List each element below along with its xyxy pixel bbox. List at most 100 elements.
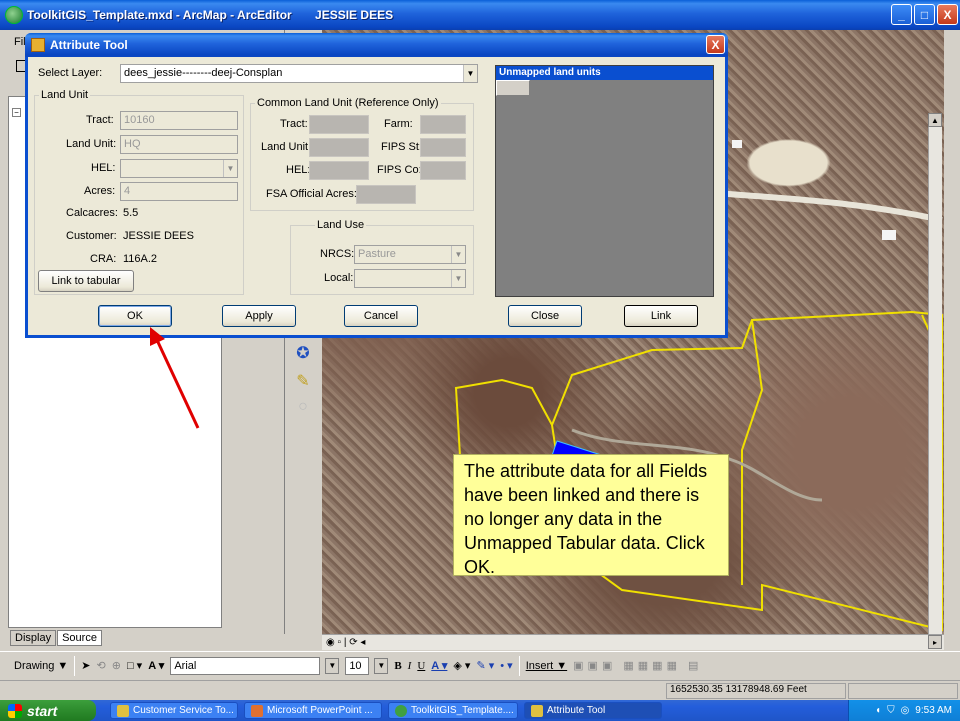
line-color-icon[interactable]: ✎ ▾ — [476, 659, 494, 672]
graphics-tools-icons[interactable]: ▣▣▣ ▦▦▦▦ ▤ — [573, 659, 702, 672]
nrcs-label: NRCS: — [320, 248, 355, 260]
clu-group-title: Common Land Unit (Reference Only) — [255, 97, 441, 109]
drawing-menu[interactable]: Drawing ▼ — [14, 660, 68, 672]
font-color-icon[interactable]: A ▾ — [431, 659, 447, 672]
clu-fsa-acres-label: FSA Official Acres: — [266, 188, 357, 200]
clu-hel-field — [309, 161, 369, 180]
main-title-bar[interactable]: ToolkitGIS_Template.mxd - ArcMap - ArcEd… — [0, 0, 960, 30]
fill-color-icon[interactable]: ◈ ▾ — [453, 659, 470, 672]
dialog-body: Select Layer: dees_jessie--------deej-Co… — [28, 57, 725, 335]
local-dropdown[interactable]: ▼ — [354, 269, 466, 288]
minimize-button[interactable]: _ — [891, 4, 912, 25]
toc-collapse-icon[interactable]: − — [12, 108, 21, 117]
tray-shield-icon[interactable]: ⛉ — [887, 705, 895, 716]
dialog-close-button[interactable]: X — [706, 35, 725, 54]
window-controls: _ □ X — [891, 4, 958, 25]
building — [732, 140, 742, 148]
dialog-title: Attribute Tool — [50, 38, 128, 52]
nrcs-value: Pasture — [358, 248, 396, 260]
building — [882, 230, 896, 240]
grid-corner-cell[interactable] — [496, 80, 530, 96]
clu-tract-field — [309, 115, 369, 134]
taskbar-item-arcmap[interactable]: ToolkitGIS_Template.... — [388, 702, 518, 719]
scroll-right-button[interactable]: ▸ — [928, 635, 942, 649]
cra-label: CRA: — [90, 253, 117, 265]
select-layer-value: dees_jessie--------deej-Consplan — [124, 67, 283, 79]
tab-display[interactable]: Display — [10, 630, 57, 646]
maximize-button[interactable]: □ — [914, 4, 935, 25]
link-button[interactable]: Link — [624, 305, 698, 327]
italic-button[interactable]: I — [408, 660, 412, 672]
clu-farm-label: Farm: — [384, 118, 413, 130]
select-elements-icon[interactable]: ➤ — [81, 659, 90, 672]
land-unit-group-title: Land Unit — [39, 89, 91, 101]
attribute-tool-icon — [531, 704, 543, 717]
clu-fips-co-field — [420, 161, 466, 180]
font-dropdown-arrow[interactable]: ▼ — [325, 657, 340, 674]
insert-menu[interactable]: Insert ▼ — [526, 660, 567, 672]
field-boundary — [741, 319, 764, 585]
select-layer-dropdown[interactable]: dees_jessie--------deej-Consplan ▼ — [120, 64, 478, 83]
underline-button[interactable]: U — [417, 660, 425, 672]
tract-field[interactable]: 10160 — [120, 111, 238, 130]
circle-tool-icon[interactable]: ○ — [292, 396, 314, 418]
cancel-button[interactable]: Cancel — [344, 305, 418, 327]
unmapped-header: Unmapped land units — [496, 66, 713, 80]
toolbar-separator — [518, 655, 520, 676]
cra-value: 116A.2 — [123, 253, 158, 265]
font-size-select[interactable]: 10 — [345, 656, 370, 675]
font-size-dropdown-arrow[interactable]: ▼ — [374, 657, 389, 674]
unmapped-land-units-grid[interactable]: Unmapped land units — [495, 65, 714, 297]
layout-view-buttons[interactable]: ◉ ▫ | ⟳ ◂ — [326, 637, 365, 648]
tray-volume-icon[interactable]: ◖ — [875, 705, 881, 716]
nrcs-dropdown[interactable]: Pasture ▼ — [354, 245, 466, 264]
marker-color-icon[interactable]: • ▾ — [500, 659, 512, 672]
taskbar-item-label: Customer Service To... — [133, 705, 234, 716]
star-tool-icon[interactable]: ✪ — [292, 342, 314, 364]
bold-button[interactable]: B — [394, 660, 401, 672]
close-dialog-button[interactable]: Close — [508, 305, 582, 327]
scroll-up-button[interactable]: ▲ — [928, 113, 942, 127]
apply-button[interactable]: Apply — [222, 305, 296, 327]
map-vertical-scrollbar[interactable]: ▲ — [928, 113, 942, 634]
link-to-tabular-button[interactable]: Link to tabular — [38, 270, 134, 292]
pencil-icon[interactable]: ✎ — [292, 370, 314, 392]
status-cell-empty — [848, 683, 958, 699]
rotate-icon[interactable]: ⟲ — [97, 659, 106, 672]
hel-dropdown[interactable]: ▼ — [120, 159, 238, 178]
arcmap-icon — [395, 704, 407, 717]
rectangle-tool-icon[interactable]: □ ▾ — [127, 659, 142, 672]
chevron-down-icon[interactable]: ▼ — [463, 65, 477, 82]
land-unit-field[interactable]: HQ — [120, 135, 238, 154]
system-tray: ◖ ⛉ ◎ 9:53 AM — [848, 700, 960, 721]
ok-button[interactable]: OK — [98, 305, 172, 327]
taskbar: start Customer Service To... Microsoft P… — [0, 700, 960, 721]
taskbar-item-powerpoint[interactable]: Microsoft PowerPoint ... — [244, 702, 382, 719]
zoom-whole-page-icon[interactable]: ⊕ — [112, 659, 121, 672]
font-select[interactable]: Arial — [170, 656, 321, 675]
clu-fips-st-label: FIPS St: — [381, 141, 422, 153]
clu-land-unit-field — [309, 138, 369, 157]
calcacres-label: Calcacres: — [66, 207, 118, 219]
file-menu-partial[interactable]: Fil — [14, 36, 26, 48]
taskbar-item-customer-service[interactable]: Customer Service To... — [110, 702, 238, 719]
start-label: start — [27, 702, 58, 719]
tray-network-icon[interactable]: ◎ — [901, 705, 910, 716]
calcacres-value: 5.5 — [123, 207, 139, 219]
close-button[interactable]: X — [937, 4, 958, 25]
tab-source[interactable]: Source — [57, 630, 102, 646]
status-bar: 1652530.35 13178948.69 Feet — [0, 680, 960, 700]
taskbar-item-label: Microsoft PowerPoint ... — [267, 705, 373, 716]
taskbar-item-attribute-tool[interactable]: Attribute Tool — [524, 702, 662, 719]
map-horizontal-scrollbar[interactable]: ◉ ▫ | ⟳ ◂ ▸ — [322, 634, 944, 650]
clu-farm-field — [420, 115, 466, 134]
acres-field[interactable]: 4 — [120, 182, 238, 201]
chevron-down-icon[interactable]: ▼ — [223, 160, 237, 177]
clu-land-unit-label: Land Unit: — [261, 141, 312, 153]
new-text-icon[interactable]: A ▾ — [148, 659, 164, 672]
coordinate-readout: 1652530.35 13178948.69 Feet — [666, 683, 846, 699]
start-button[interactable]: start — [0, 700, 96, 721]
chevron-down-icon[interactable]: ▼ — [451, 270, 465, 287]
chevron-down-icon[interactable]: ▼ — [451, 246, 465, 263]
dialog-title-bar[interactable]: Attribute Tool X — [25, 33, 728, 57]
